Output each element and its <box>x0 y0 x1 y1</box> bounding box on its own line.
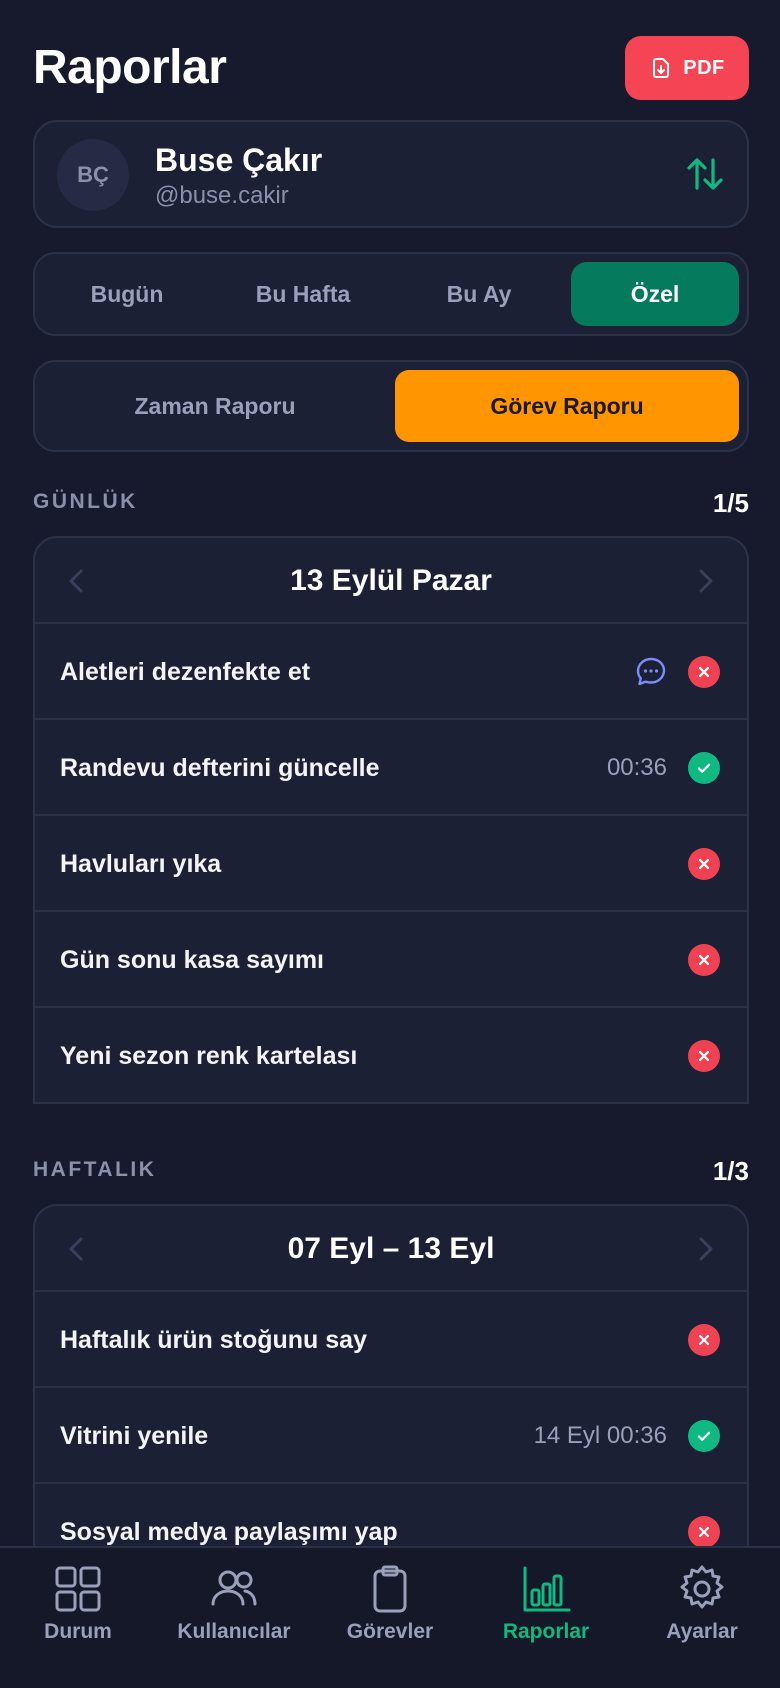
task-name: Havluları yıka <box>60 849 222 878</box>
daily-card: 13 Eylül Pazar Aletleri dezenfekte et Ra… <box>33 536 749 1104</box>
daily-date: 13 Eylül Pazar <box>290 564 492 597</box>
status-fail-icon <box>688 1040 720 1072</box>
task-time: 14 Eyl 00:36 <box>533 1422 667 1449</box>
tab-time-report[interactable]: Zaman Raporu <box>43 370 387 442</box>
bar-chart-icon <box>523 1566 571 1612</box>
task-row[interactable]: Yeni sezon renk kartelası <box>35 1008 747 1102</box>
user-name: Buse Çakır <box>155 142 323 178</box>
task-name: Yeni sezon renk kartelası <box>60 1041 358 1070</box>
status-fail-icon <box>688 656 720 688</box>
chevron-right-icon[interactable] <box>691 567 719 595</box>
tab-task-report[interactable]: Görev Raporu <box>395 370 739 442</box>
weekly-section-count: 1/3 <box>712 1156 749 1186</box>
page-title: Raporlar <box>33 41 227 94</box>
tab-label: Raporlar <box>502 1620 590 1643</box>
status-done-icon <box>688 752 720 784</box>
tab-users[interactable]: Kullanıcılar <box>156 1564 312 1664</box>
weekly-card: 07 Eyl – 13 Eyl Haftalık ürün stoğunu sa… <box>33 1204 749 1604</box>
period-selector: Bugün Bu Hafta Bu Ay Özel <box>33 252 749 336</box>
user-handle: @buse.cakir <box>155 182 289 209</box>
tab-label: Durum <box>44 1620 112 1643</box>
tab-label: Ayarlar <box>666 1620 738 1643</box>
tab-tasks[interactable]: Görevler <box>312 1564 468 1664</box>
tab-reports[interactable]: Raporlar <box>468 1564 624 1664</box>
period-tab-this-week[interactable]: Bu Hafta <box>219 262 387 326</box>
period-tab-this-month[interactable]: Bu Ay <box>395 262 563 326</box>
period-tab-custom[interactable]: Özel <box>571 262 739 326</box>
task-row[interactable]: Vitrini yenile 14 Eyl 00:36 <box>35 1388 747 1484</box>
status-fail-icon <box>688 1324 720 1356</box>
task-row[interactable]: Aletleri dezenfekte et <box>35 624 747 720</box>
chevron-left-icon[interactable] <box>63 567 91 595</box>
period-tab-today[interactable]: Bugün <box>43 262 211 326</box>
tab-label: Görevler <box>346 1620 434 1643</box>
chevron-left-icon[interactable] <box>63 1235 91 1263</box>
daily-card-header: 13 Eylül Pazar <box>35 538 747 624</box>
task-name: Aletleri dezenfekte et <box>60 657 311 686</box>
weekly-date-range: 07 Eyl – 13 Eyl <box>287 1232 495 1265</box>
daily-section-label: GÜNLÜK <box>33 490 138 513</box>
status-done-icon <box>688 1420 720 1452</box>
pdf-label: PDF <box>683 56 725 79</box>
download-icon <box>653 58 670 78</box>
avatar: BÇ <box>57 139 129 211</box>
swap-vertical-icon <box>687 158 723 190</box>
users-icon <box>211 1570 257 1606</box>
gear-icon <box>680 1565 724 1609</box>
bottom-tab-bar: Durum Kullanıcılar Görevler Raporlar Aya… <box>0 1546 780 1688</box>
task-name: Gün sonu kasa sayımı <box>60 945 324 974</box>
status-fail-icon <box>688 1516 720 1548</box>
swap-user-button[interactable] <box>683 152 727 196</box>
clipboard-icon <box>373 1565 407 1613</box>
status-fail-icon <box>688 944 720 976</box>
task-row[interactable]: Haftalık ürün stoğunu say <box>35 1292 747 1388</box>
task-row[interactable]: Randevu defterini güncelle 00:36 <box>35 720 747 816</box>
status-fail-icon <box>688 848 720 880</box>
daily-section-count: 1/5 <box>712 488 749 518</box>
weekly-section-label: HAFTALIK <box>33 1158 157 1181</box>
pdf-export-button[interactable]: PDF <box>625 36 749 100</box>
comment-icon[interactable] <box>635 656 667 688</box>
task-name: Vitrini yenile <box>60 1421 209 1450</box>
grid-icon <box>55 1566 101 1612</box>
task-row[interactable]: Gün sonu kasa sayımı <box>35 912 747 1008</box>
task-name: Randevu defterini güncelle <box>60 753 380 782</box>
task-name: Haftalık ürün stoğunu say <box>60 1325 367 1354</box>
tab-status[interactable]: Durum <box>0 1564 156 1664</box>
report-type-selector: Zaman Raporu Görev Raporu <box>33 360 749 452</box>
task-time: 00:36 <box>606 754 667 781</box>
tab-label: Kullanıcılar <box>177 1620 291 1643</box>
task-row[interactable]: Havluları yıka <box>35 816 747 912</box>
tab-settings[interactable]: Ayarlar <box>624 1564 780 1664</box>
user-card[interactable]: BÇ Buse Çakır @buse.cakir <box>33 120 749 228</box>
weekly-card-header: 07 Eyl – 13 Eyl <box>35 1206 747 1292</box>
chevron-right-icon[interactable] <box>691 1235 719 1263</box>
header: Raporlar PDF <box>33 36 749 100</box>
